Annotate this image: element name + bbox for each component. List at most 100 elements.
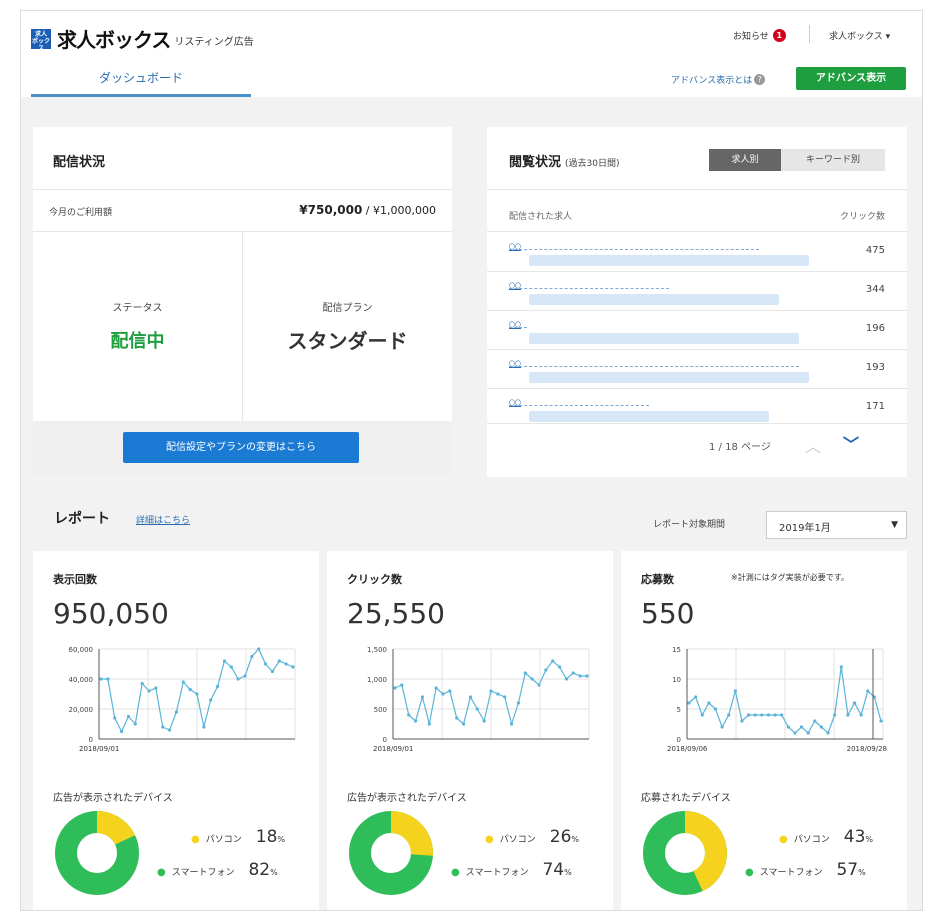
column-header-job: 配信された求人 (509, 212, 573, 222)
legend-dot-sp: ● (451, 867, 460, 878)
data-point (277, 659, 281, 663)
data-point (181, 680, 185, 684)
top-bar: 求人 ボックス 求人ボックス リスティング広告 お知らせ 1 求人ボックス ▾ ダ… (21, 11, 922, 97)
data-point (839, 665, 843, 669)
views-panel: 閲覧状況 (過去30日間) 求人別 キーワード別 配信された求人 クリック数 〇〇… (487, 127, 907, 477)
table-row[interactable]: 〇〇 475 (487, 233, 907, 271)
data-point (773, 713, 777, 717)
legend-label-sp: スマートフォン (759, 868, 823, 878)
report-title: レポート (54, 511, 110, 527)
chevron-up-icon[interactable]: ︿ (805, 433, 821, 457)
data-point (257, 647, 261, 651)
click-count: 171 (865, 401, 885, 412)
y-tick-label: 5 (677, 706, 681, 714)
legend-label-pc: パソコン (793, 835, 830, 845)
data-point (482, 719, 486, 723)
legend-sp: ● スマートフォン 82% (157, 860, 278, 880)
views-subtitle: (過去30日間) (565, 159, 620, 169)
data-point (174, 710, 179, 714)
y-tick-label: 20,000 (69, 706, 94, 714)
legend-sp: ● スマートフォン 74% (451, 860, 572, 880)
tab-dashboard[interactable]: ダッシュボード (31, 63, 251, 97)
advance-help-link[interactable]: アドバンス表示とは ? (671, 73, 766, 86)
data-point (551, 659, 555, 663)
data-point (461, 722, 466, 726)
account-menu[interactable]: 求人ボックス ▾ (829, 29, 890, 42)
toggle-by-keyword[interactable]: キーワード別 (781, 149, 885, 171)
distribution-title: 配信状況 (53, 155, 106, 170)
period-label: レポート対象期間 (653, 520, 726, 530)
legend-pct-pc: 43 (843, 827, 866, 847)
data-point (468, 695, 473, 699)
notice-link[interactable]: お知らせ 1 (733, 29, 786, 42)
table-row[interactable]: 〇〇 193 (487, 350, 907, 388)
data-point (496, 692, 500, 696)
data-point (209, 698, 213, 702)
data-point (720, 725, 724, 729)
data-point (523, 671, 527, 675)
chevron-down-icon[interactable]: ﹀ (843, 431, 859, 455)
report-detail-link[interactable]: 詳細はこちら (136, 513, 190, 526)
period-value: 2019年1月 (779, 523, 831, 534)
card-note: ※計測にはタグ実装が必要です。 (731, 573, 849, 582)
legend-sp: ● スマートフォン 57% (745, 860, 866, 880)
legend-unit: % (571, 835, 579, 844)
legend-unit: % (277, 835, 285, 844)
device-label: 広告が表示されたデバイス (347, 793, 467, 804)
data-point (263, 662, 268, 666)
status-value: 配信中 (110, 331, 165, 352)
logo-icon: 求人 ボックス (31, 28, 51, 52)
legend-unit: % (270, 868, 278, 877)
data-point (530, 677, 534, 681)
advance-view-button[interactable]: アドバンス表示 (796, 67, 906, 90)
legend-unit: % (865, 835, 873, 844)
data-point (806, 731, 810, 735)
divider (487, 231, 907, 232)
logo[interactable]: 求人 ボックス 求人ボックス リスティング広告 (31, 24, 254, 53)
data-point (222, 659, 227, 663)
notice-label: お知らせ (733, 32, 769, 42)
period-select[interactable]: 2019年1月 ▼ (766, 511, 907, 539)
y-tick-label: 40,000 (69, 676, 94, 684)
card-value: 950,050 (53, 597, 169, 630)
change-settings-button[interactable]: 配信設定やプランの変更はこちら (123, 432, 359, 463)
data-point (826, 731, 830, 735)
data-point (133, 722, 137, 726)
y-tick-label: 500 (374, 706, 387, 714)
notice-badge: 1 (772, 29, 786, 42)
data-point (707, 701, 711, 705)
table-row[interactable]: 〇〇 196 (487, 311, 907, 349)
y-tick-label: 1,500 (367, 646, 387, 654)
line-chart: 1,500 1,000 500 02018/09/01 (367, 646, 590, 753)
data-point (687, 701, 691, 705)
data-point (813, 719, 817, 723)
caret-down-icon: ▼ (891, 520, 898, 530)
table-row[interactable]: 〇〇 171 (487, 389, 907, 427)
plan-label: 配信プラン (322, 303, 373, 314)
click-count: 196 (865, 323, 885, 334)
job-desc-line (529, 255, 809, 266)
data-point (154, 686, 158, 690)
y-tick-label: 15 (672, 646, 681, 654)
legend-unit: % (564, 868, 572, 877)
data-point (746, 713, 751, 717)
data-point (99, 677, 103, 681)
data-point (475, 707, 479, 711)
legend-label-sp: スマートフォン (465, 868, 529, 878)
legend-pct-sp: 57 (836, 860, 859, 880)
toggle-by-job[interactable]: 求人別 (709, 149, 781, 171)
legend-pct-pc: 18 (255, 827, 278, 847)
header-divider (809, 25, 810, 43)
data-point (557, 665, 562, 669)
device-donut-chart (643, 811, 727, 895)
legend-dot-sp: ● (157, 867, 166, 878)
data-point (448, 689, 452, 693)
data-point (113, 716, 117, 720)
pager-label: 1 / 18 ページ (709, 442, 771, 453)
data-point (733, 689, 737, 693)
legend-pct-sp: 74 (542, 860, 565, 880)
table-row[interactable]: 〇〇 344 (487, 272, 907, 310)
legend-pc: ● パソコン 26% (485, 827, 579, 847)
data-point (544, 668, 548, 672)
legend-pc: ● パソコン 43% (779, 827, 873, 847)
